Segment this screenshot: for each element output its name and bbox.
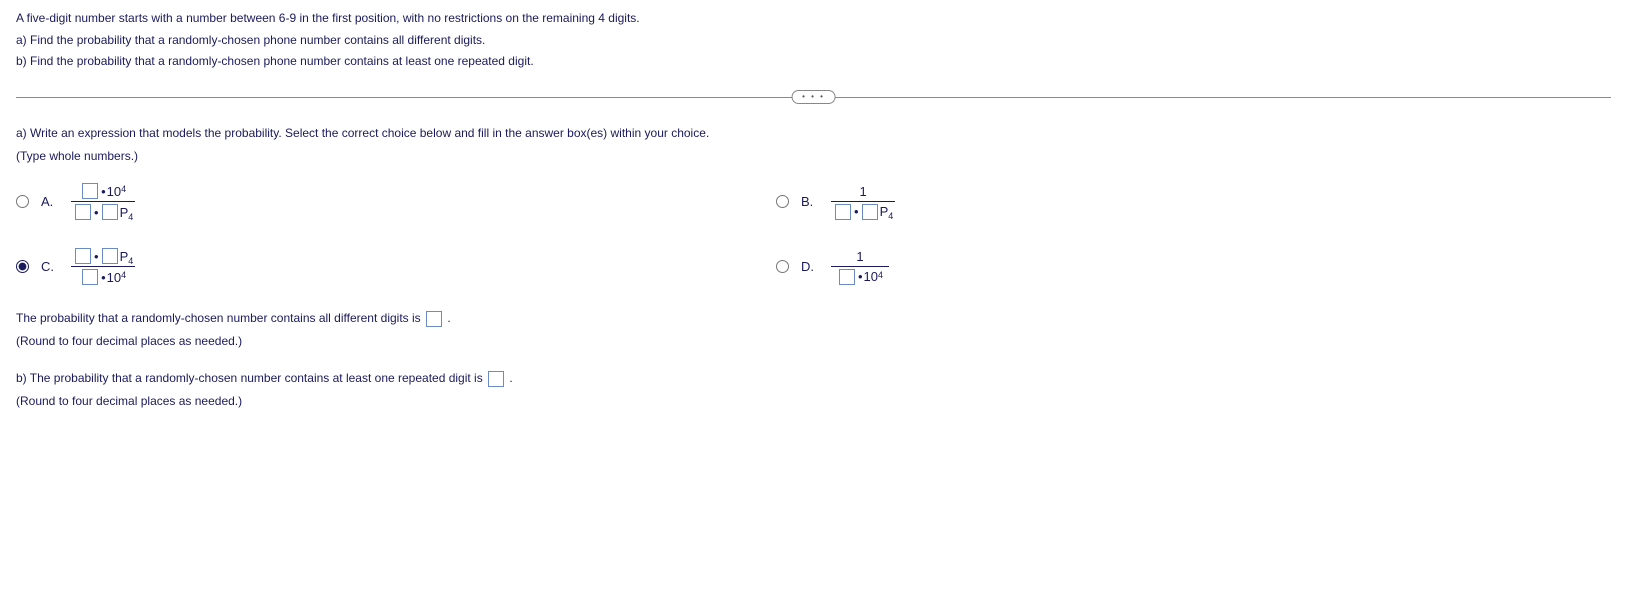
choice-c-num-input-1[interactable] — [75, 248, 91, 264]
choice-b-den-input-2[interactable] — [862, 204, 878, 220]
problem-header: A five-digit number starts with a number… — [16, 8, 1611, 73]
choice-d[interactable]: D. 1 • 104 — [776, 246, 1536, 287]
followup-a: The probability that a randomly-chosen n… — [16, 307, 1611, 353]
choice-c-label: C. — [41, 259, 59, 274]
choice-b-den-input-1[interactable] — [835, 204, 851, 220]
choice-b-label: B. — [801, 194, 819, 209]
followup-a-text: The probability that a randomly-chosen n… — [16, 311, 424, 325]
choice-a-den-input-2[interactable] — [102, 204, 118, 220]
choice-b-radio[interactable] — [776, 195, 789, 208]
instruction-text: a) Write an expression that models the p… — [16, 122, 1611, 145]
choice-d-radio[interactable] — [776, 260, 789, 273]
section-divider: • • • — [16, 97, 1611, 98]
choice-c-fraction: • P4 • 104 — [71, 246, 135, 287]
choice-d-fraction: 1 • 104 — [831, 247, 889, 287]
choice-c-radio[interactable] — [16, 260, 29, 273]
instruction-block: a) Write an expression that models the p… — [16, 122, 1611, 168]
expand-toggle[interactable]: • • • — [791, 90, 836, 104]
choice-c[interactable]: C. • P4 • 104 — [16, 246, 776, 287]
choice-c-num-input-2[interactable] — [102, 248, 118, 264]
choice-c-den-input[interactable] — [82, 269, 98, 285]
problem-intro: A five-digit number starts with a number… — [16, 8, 1611, 30]
followup-b: b) The probability that a randomly-chose… — [16, 367, 1611, 413]
choice-a-den-input-1[interactable] — [75, 204, 91, 220]
followup-b-hint: (Round to four decimal places as needed.… — [16, 390, 1611, 413]
followup-a-hint: (Round to four decimal places as needed.… — [16, 330, 1611, 353]
choices-grid: A. • 104 • P4 B. 1 — [16, 181, 1611, 287]
choice-a[interactable]: A. • 104 • P4 — [16, 181, 776, 222]
choice-a-radio[interactable] — [16, 195, 29, 208]
problem-part-b: b) Find the probability that a randomly-… — [16, 51, 1611, 73]
choice-d-label: D. — [801, 259, 819, 274]
choice-a-num-input[interactable] — [82, 183, 98, 199]
instruction-hint: (Type whole numbers.) — [16, 145, 1611, 168]
followup-b-text: b) The probability that a randomly-chose… — [16, 371, 486, 385]
choice-a-label: A. — [41, 194, 59, 209]
choice-b[interactable]: B. 1 • P4 — [776, 181, 1536, 222]
choice-a-fraction: • 104 • P4 — [71, 181, 135, 222]
choice-b-fraction: 1 • P4 — [831, 182, 895, 222]
followup-b-input[interactable] — [488, 371, 504, 387]
choice-d-den-input[interactable] — [839, 269, 855, 285]
problem-part-a: a) Find the probability that a randomly-… — [16, 30, 1611, 52]
followup-a-input[interactable] — [426, 311, 442, 327]
